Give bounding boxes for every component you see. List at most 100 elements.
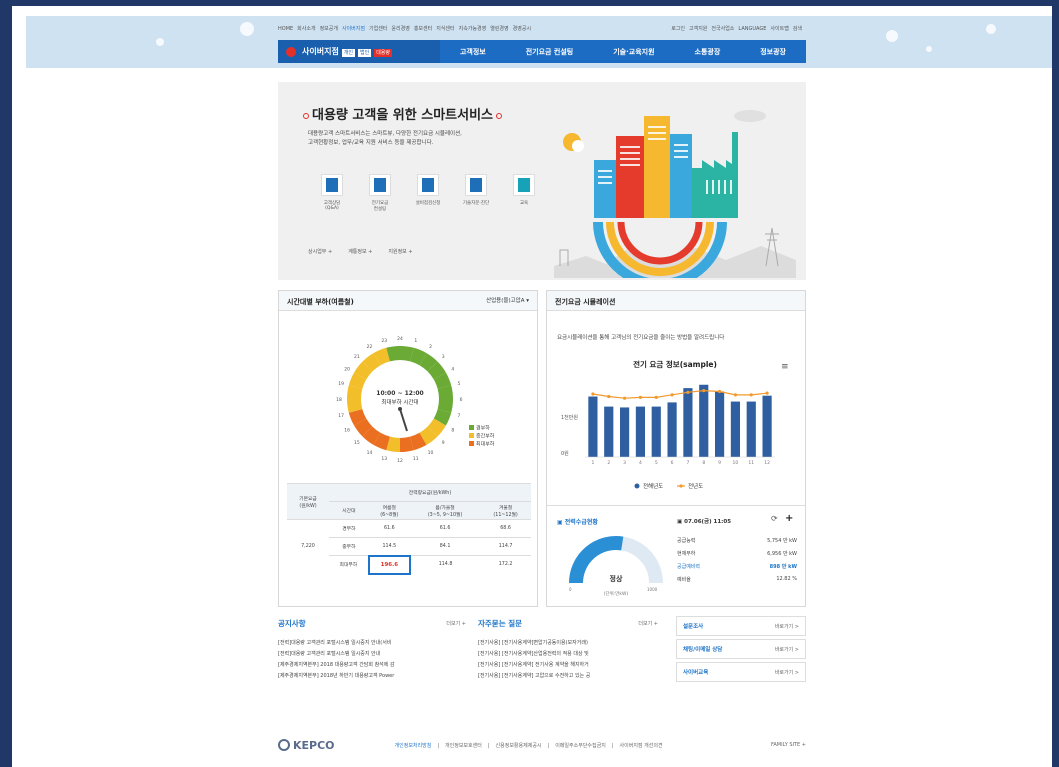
utility-link[interactable]: 윤리경영: [391, 26, 409, 32]
service-shortcut[interactable]: 설비점검신청: [404, 174, 452, 212]
hero-link[interactable]: 지원정보 +: [388, 249, 412, 255]
list-item[interactable]: [제주경제지역본부] 2018 대용량고객 간담회 참석에 감: [278, 661, 466, 668]
utility-link[interactable]: LANGUAGE: [738, 26, 766, 32]
main-menu: 고객정보 전기요금 컨설팅 기술·교육지원 소통광장 정보광장: [440, 47, 806, 57]
list-item[interactable]: [전기사용] [전기사용계약] 전기사용 계약을 해지하거: [478, 661, 658, 668]
gauge-max: 1000: [647, 587, 658, 592]
tariff-select[interactable]: 산업용(을)고압A ▾: [486, 296, 529, 304]
line-point: [749, 393, 753, 397]
load-hour-segment: [419, 426, 438, 445]
main-menu-item[interactable]: 고객정보: [460, 47, 486, 57]
list-item[interactable]: [제주경제지역본부] 2018년 하반기 대용량고객 Power: [278, 672, 466, 679]
load-clock-chart: 24 1234567891011121314151617181920212223 …: [336, 336, 495, 464]
highlighted-rate-cell: 196.6: [367, 554, 411, 575]
utility-link[interactable]: 정보공개: [320, 26, 338, 32]
hour-label: 19: [338, 381, 344, 387]
utility-link[interactable]: 경영공시: [513, 26, 531, 32]
menu-icon[interactable]: ≡: [781, 362, 789, 372]
utility-link[interactable]: 고객지원: [689, 26, 707, 32]
load-hour-segment: [362, 426, 381, 445]
list-item[interactable]: [전기사용] [전기사용계약]산업용전력의 적용 대상 및: [478, 650, 658, 657]
line-point: [765, 391, 769, 395]
cyber-branch-home[interactable]: 사이버지점 개인 법인 대용량: [278, 40, 440, 63]
load-hour-segment: [419, 353, 438, 372]
quick-link-label: 채팅/이메일 상담: [683, 647, 723, 653]
service-shortcut[interactable]: 전기요금 컨설팅: [356, 174, 404, 212]
service-shortcut[interactable]: 기술자문·진단: [452, 174, 500, 212]
service-shortcut[interactable]: 교육: [500, 174, 548, 212]
hero-description: 대용량고객 스마트서비스는 스마트뷰, 다양한 전기요금 시뮬레이션, 고객현황…: [308, 131, 462, 146]
hour-label: 7: [457, 413, 460, 419]
rate-cell: 172.2: [480, 555, 531, 574]
rate-cell: 68.6: [480, 519, 531, 538]
quick-link[interactable]: 설문조사 바로가기 >: [676, 616, 806, 636]
utility-links-left: HOME 회사소개 정보공개 사이버지점 기업센터 윤리경영 홍보센터 지식센터 지속가능경영 열…: [278, 25, 535, 32]
search-link[interactable]: 검색: [793, 26, 802, 32]
legend-swatch: [469, 441, 474, 446]
customer-type-chips: 개인 법인 대용량: [339, 47, 393, 57]
pin-icon: [496, 113, 503, 119]
list-item[interactable]: [전력]대용량 고객관리 포털시스템 일시중지 안내: [278, 650, 466, 657]
footer-separator: |: [437, 742, 440, 749]
customer-type-chip[interactable]: 법인: [358, 49, 372, 57]
bill-bar: [667, 402, 677, 457]
hero-title: 대용량 고객을 위한 스마트서비스: [300, 104, 505, 123]
x-tick-label: 3: [623, 460, 626, 466]
refresh-icon[interactable]: ⟳: [771, 514, 778, 523]
quick-link[interactable]: 사이버교육 바로가기 >: [676, 662, 806, 682]
plus-icon[interactable]: +: [785, 513, 793, 524]
divider: [547, 505, 805, 506]
utility-link[interactable]: 사이버지점: [342, 26, 365, 32]
utility-link[interactable]: 지식센터: [436, 26, 454, 32]
family-site-select[interactable]: FAMILY SITE +: [771, 742, 806, 748]
main-menu-item[interactable]: 정보광장: [760, 47, 786, 57]
utility-link[interactable]: 로그인: [671, 26, 685, 32]
service-shortcut[interactable]: 고객상담 (Q&A): [308, 174, 356, 212]
hour-label: 4: [451, 367, 454, 373]
hero-link[interactable]: 상시업무 +: [308, 249, 332, 255]
utility-link[interactable]: 전국사업소: [711, 26, 734, 32]
utility-link[interactable]: 기업센터: [369, 26, 387, 32]
main-menu-item[interactable]: 전기요금 컨설팅: [526, 47, 574, 57]
supply-row-value: 6,956 만 kW: [767, 551, 797, 557]
x-tick-label: 8: [702, 460, 705, 466]
utility-link[interactable]: 홍보센터: [414, 26, 432, 32]
footer-link[interactable]: 개인정보처리방침: [395, 743, 432, 749]
list-item[interactable]: [전력]대용량 고객관리 포털시스템 일시중지 안내(서비: [278, 639, 466, 646]
quick-link-go: 바로가기 >: [774, 669, 799, 676]
tariff-table: 기본요금 (원/kW) 전력량요금(원/kWh) 시간대 여름철 (6~8월) 봄/…: [287, 483, 531, 575]
footer-link[interactable]: 개인정보보호센터: [445, 743, 482, 749]
footer-link[interactable]: 신용정보활용체제공시: [496, 743, 542, 749]
list-item[interactable]: [전기사용] [전기사용계약]변압기공동이용(모자거래): [478, 639, 658, 646]
footer-link[interactable]: 사이버지점 개선의견: [620, 743, 663, 749]
footer-link[interactable]: 이메일주소무단수집금지: [555, 743, 606, 749]
hour-label: 6: [460, 397, 463, 403]
customer-type-chip[interactable]: 개인: [341, 49, 356, 57]
bill-bar: [651, 406, 661, 457]
bill-bar: [699, 384, 709, 457]
customer-type-chip[interactable]: 대용량: [374, 49, 393, 57]
col-season-summer: 여름철 (6~8월): [368, 501, 410, 520]
hour-label: 20: [344, 367, 350, 373]
load-hour-segment: [348, 372, 367, 390]
main-menu-item[interactable]: 소통광장: [695, 47, 721, 57]
chat-book-icon: [321, 174, 343, 196]
utility-link[interactable]: 회사소개: [297, 26, 315, 32]
kepco-footer-logo[interactable]: KEPCO: [278, 739, 335, 752]
utility-link[interactable]: 열린경영: [490, 26, 508, 32]
main-menu-item[interactable]: 기술·교육지원: [613, 47, 654, 57]
col-base-rate: 기본요금 (원/kW): [287, 483, 329, 520]
hero-link[interactable]: 계통정보 +: [348, 249, 372, 255]
quick-link[interactable]: 채팅/이메일 상담 바로가기 >: [676, 639, 806, 659]
hour-label: 17: [338, 413, 344, 419]
notice-more-link[interactable]: 더보기 +: [446, 620, 466, 627]
load-hour-segment: [373, 347, 391, 366]
clock-center-time: 10:00 ~ 12:00: [376, 390, 423, 397]
load-hour-segment: [354, 361, 373, 380]
list-item[interactable]: [전기사용] [전기사용계약] 고압으로 수전하고 있는 공: [478, 672, 658, 679]
hour-label: 1: [414, 338, 417, 344]
faq-more-link[interactable]: 더보기 +: [638, 620, 658, 627]
utility-link[interactable]: HOME: [278, 26, 293, 32]
utility-link[interactable]: 사이트맵: [770, 26, 788, 32]
utility-link[interactable]: 지속가능경영: [459, 26, 487, 32]
